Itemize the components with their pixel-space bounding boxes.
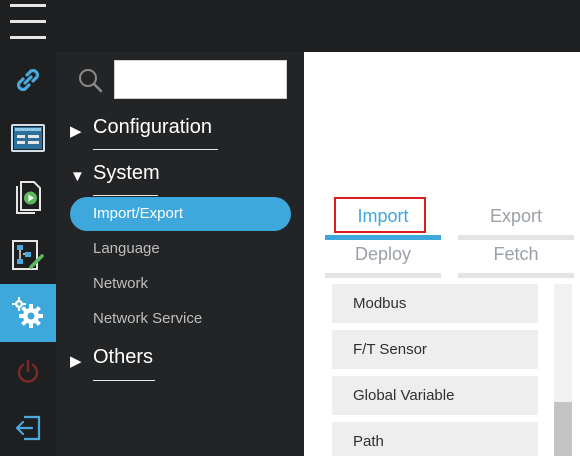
list-item-path[interactable]: Path bbox=[332, 422, 538, 456]
tab-fetch[interactable]: Fetch bbox=[458, 234, 574, 278]
rail-item-project[interactable] bbox=[0, 170, 56, 226]
list-item-global-variable[interactable]: Global Variable bbox=[332, 376, 538, 415]
section-divider bbox=[93, 195, 158, 196]
tab-label: Import bbox=[357, 206, 409, 226]
rail-item-power[interactable] bbox=[0, 344, 56, 400]
scrollbar[interactable] bbox=[554, 284, 572, 456]
dashboard-icon bbox=[11, 124, 45, 152]
nav-section-others[interactable]: ▶ Others bbox=[70, 346, 270, 382]
scrollbar-thumb[interactable] bbox=[554, 402, 572, 456]
top-bar bbox=[0, 0, 580, 52]
section-divider bbox=[93, 380, 155, 381]
nav-section-label: Configuration bbox=[93, 116, 212, 138]
rail-item-logout[interactable] bbox=[0, 400, 56, 456]
nav-item-language[interactable]: Language bbox=[70, 232, 291, 266]
nav-item-network[interactable]: Network bbox=[70, 267, 291, 301]
flow-edit-icon bbox=[12, 240, 44, 270]
navigation-panel: ▶ Configuration ▼ System Import/Export L… bbox=[56, 52, 304, 456]
nav-item-network-service[interactable]: Network Service bbox=[70, 302, 291, 336]
tab-indicator bbox=[325, 273, 441, 278]
rail-item-flow[interactable] bbox=[0, 228, 56, 284]
nav-section-configuration[interactable]: ▶ Configuration bbox=[70, 116, 270, 152]
hamburger-menu-icon[interactable] bbox=[10, 3, 46, 41]
tab-label: Fetch bbox=[493, 244, 539, 264]
tab-deploy[interactable]: Deploy bbox=[325, 234, 441, 278]
logout-icon bbox=[15, 415, 41, 441]
nav-section-label: Others bbox=[93, 346, 154, 368]
rail-item-dashboard[interactable] bbox=[0, 110, 56, 166]
link-icon bbox=[16, 68, 40, 92]
gear-icon bbox=[12, 297, 43, 328]
tab-indicator bbox=[458, 273, 574, 278]
icon-rail bbox=[0, 52, 56, 456]
nav-item-import-export[interactable]: Import/Export bbox=[70, 197, 291, 231]
nav-section-label: System bbox=[93, 162, 160, 184]
power-icon bbox=[17, 359, 39, 383]
search-input[interactable] bbox=[114, 60, 287, 99]
tab-label: Deploy bbox=[354, 244, 412, 264]
rail-item-settings[interactable] bbox=[0, 284, 56, 342]
search-icon[interactable] bbox=[77, 67, 103, 93]
list-item-modbus[interactable]: Modbus bbox=[332, 284, 538, 323]
collapse-arrow-icon: ▼ bbox=[70, 168, 85, 185]
file-play-icon bbox=[16, 181, 41, 214]
tab-label: Export bbox=[489, 206, 543, 226]
expand-arrow-icon: ▶ bbox=[70, 123, 82, 140]
nav-section-system[interactable]: ▼ System bbox=[70, 162, 270, 198]
section-divider bbox=[93, 149, 218, 150]
rail-item-link[interactable] bbox=[0, 52, 56, 108]
content-area: Import Export Deploy Fetch Modbus F/T Se… bbox=[304, 52, 580, 456]
expand-arrow-icon: ▶ bbox=[70, 353, 82, 370]
list-item-ft-sensor[interactable]: F/T Sensor bbox=[332, 330, 538, 369]
